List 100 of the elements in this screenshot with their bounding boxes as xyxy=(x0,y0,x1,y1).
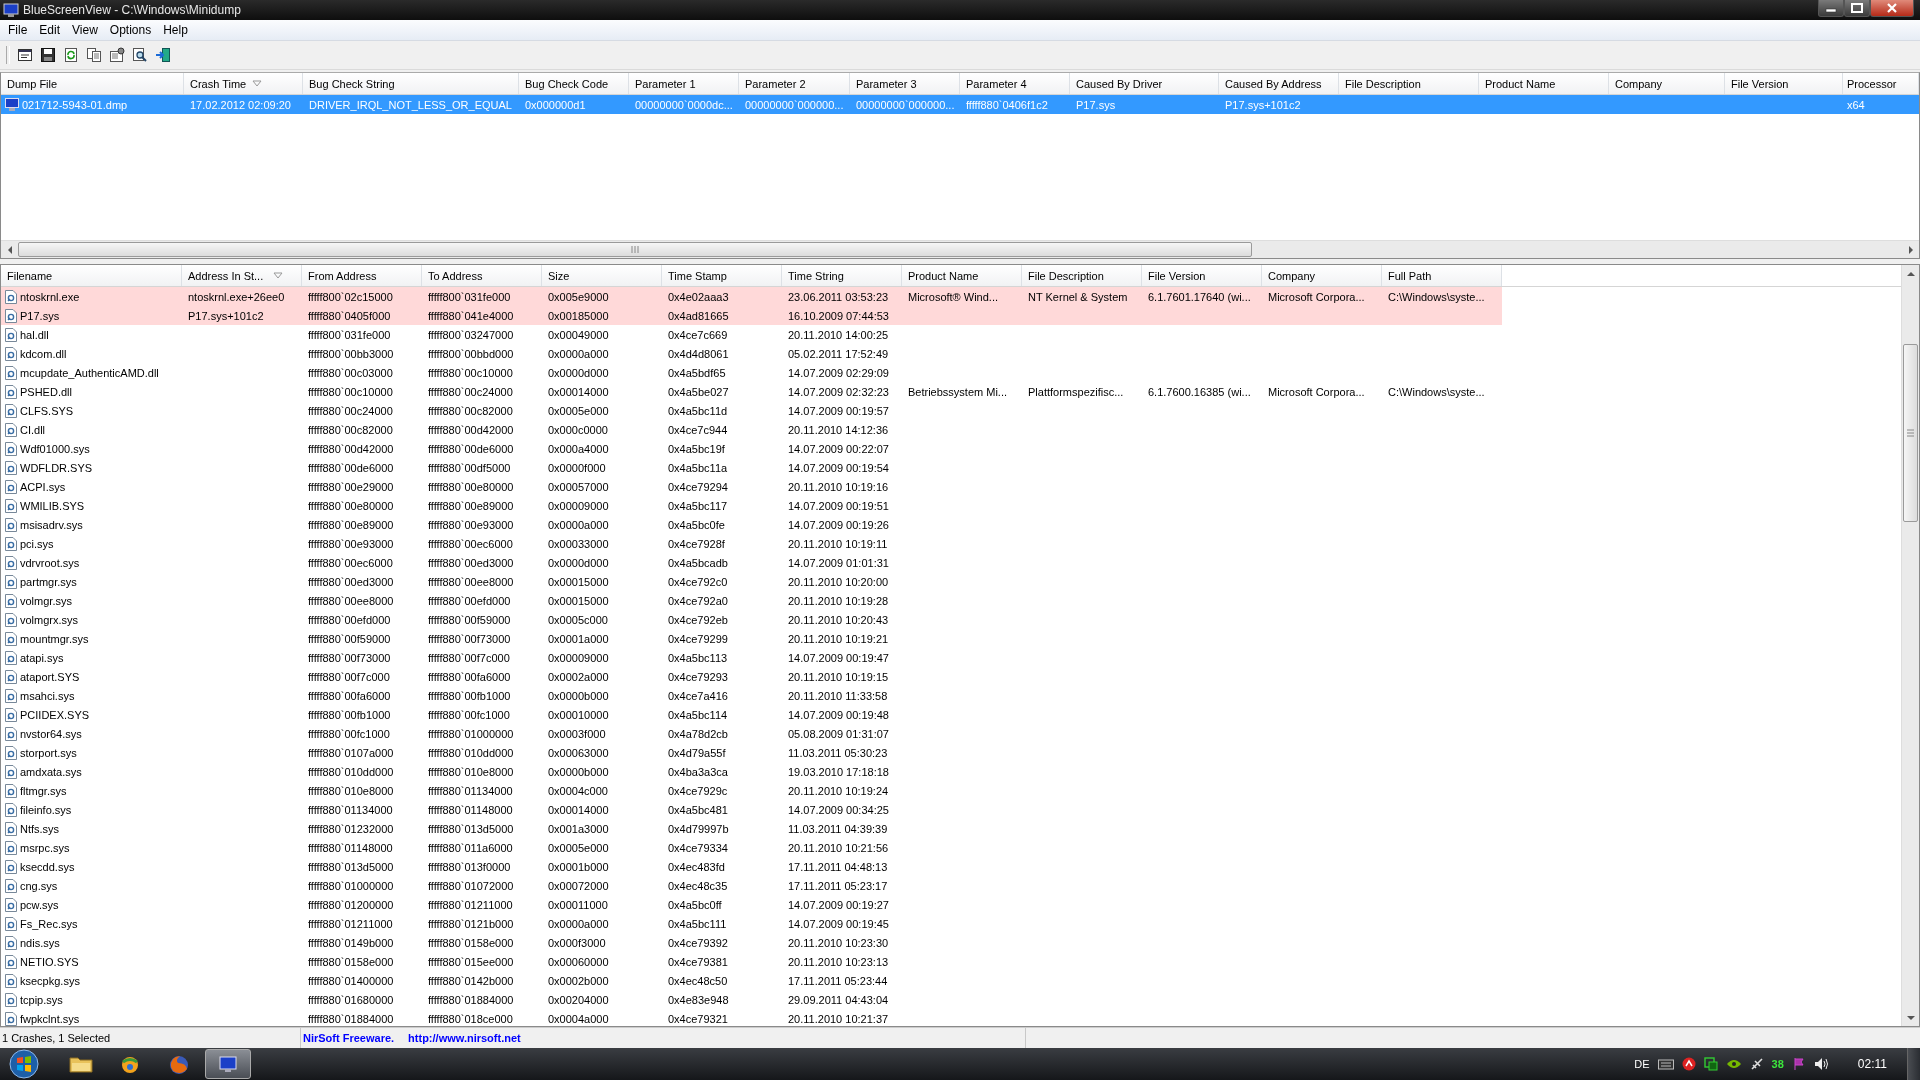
table-cell: fffff880`01211000 xyxy=(308,917,393,930)
exit-icon xyxy=(155,47,171,63)
column-header[interactable]: Bug Check Code xyxy=(519,73,629,94)
flag-icon[interactable] xyxy=(1791,1057,1806,1071)
table-cell: fffff880`0121b000 xyxy=(428,917,514,930)
scrollbar-thumb[interactable] xyxy=(18,242,1252,257)
horizontal-scrollbar[interactable] xyxy=(1,240,1919,258)
table-cell: Microsoft Corpora... xyxy=(1268,290,1365,303)
table-cell: 14.07.2009 00:19:26 xyxy=(788,518,889,531)
file-icon xyxy=(5,441,17,456)
table-cell: 0x4a5bc19f xyxy=(668,442,725,455)
toolbar-button[interactable] xyxy=(107,45,127,65)
module-row[interactable]: P17.sys P17.sys+101c2 fffff880`0405f000 fffff880`041e4000 0x00185000 0x4ad81665 16.10.2009 07:44:53 xyxy=(1,306,1502,325)
table-cell: vdrvroot.sys xyxy=(20,556,80,569)
menu-item[interactable]: Edit xyxy=(33,21,67,39)
table-cell: 0x0005e000 xyxy=(548,404,609,417)
close-button[interactable] xyxy=(1870,0,1914,17)
column-header[interactable]: From Address xyxy=(302,265,422,286)
maximize-button[interactable] xyxy=(1844,0,1870,17)
window-icon xyxy=(17,47,33,63)
credit-text: NirSoft Freeware. xyxy=(303,1032,395,1044)
column-header[interactable]: File Version xyxy=(1142,265,1262,286)
table-cell: 0x000a4000 xyxy=(548,442,609,455)
module-row[interactable] xyxy=(1,287,1502,306)
column-header[interactable]: Filename xyxy=(1,265,182,286)
volume-icon[interactable] xyxy=(1813,1057,1830,1071)
column-header[interactable]: Bug Check String xyxy=(303,73,519,94)
refresh-icon xyxy=(63,47,79,63)
table-cell: 14.07.2009 00:19:51 xyxy=(788,499,889,512)
table-cell: fffff880`00f7c000 xyxy=(428,651,510,664)
table-cell: fffff880`013d5000 xyxy=(308,860,394,873)
menu-item[interactable]: Help xyxy=(157,21,194,39)
table-cell: 0x4a5bc0ff xyxy=(668,898,722,911)
column-header[interactable]: Product Name xyxy=(1479,73,1609,94)
toolbar-button[interactable] xyxy=(38,45,58,65)
column-header[interactable]: Parameter 2 xyxy=(739,73,850,94)
temperature-reading[interactable]: 38 xyxy=(1771,1058,1784,1070)
table-cell: 17.02.2012 02:09:20 xyxy=(190,98,291,111)
clock[interactable]: 02:11 xyxy=(1857,1057,1887,1071)
table-cell: msrpc.sys xyxy=(20,841,70,854)
table-cell: fffff880`00ee8000 xyxy=(308,594,394,607)
menu-item[interactable]: View xyxy=(66,21,104,39)
show-desktop-button[interactable] xyxy=(1907,1048,1920,1080)
vertical-scrollbar[interactable] xyxy=(1901,265,1919,1026)
table-cell: fffff880`01134000 xyxy=(308,803,393,816)
column-header[interactable]: Time Stamp xyxy=(662,265,782,286)
column-header[interactable]: File Description xyxy=(1339,73,1479,94)
window-title: BlueScreenView - C:\Windows\Minidump xyxy=(23,3,241,17)
column-header[interactable]: Full Path xyxy=(1382,265,1502,286)
toolbar-button[interactable] xyxy=(84,45,104,65)
column-header[interactable]: Company xyxy=(1262,265,1382,286)
column-header[interactable]: Address In St... xyxy=(182,265,302,286)
table-cell: fffff880`01680000 xyxy=(308,993,394,1006)
column-header[interactable]: Processor xyxy=(1843,73,1919,94)
table-cell: 0x4a5bc114 xyxy=(668,708,728,721)
table-cell: fffff880`00efd000 xyxy=(428,594,511,607)
table-cell: 0x4ce7928f xyxy=(668,537,725,550)
column-header[interactable]: Parameter 3 xyxy=(850,73,960,94)
network-icon[interactable] xyxy=(1703,1057,1718,1071)
column-header[interactable]: Product Name xyxy=(902,265,1022,286)
table-cell: 0x4ce7c944 xyxy=(668,423,728,436)
column-header[interactable]: File Version xyxy=(1725,73,1843,94)
file-icon xyxy=(5,631,17,646)
table-cell: 0x00057000 xyxy=(548,480,609,493)
table-cell: fffff880`00e80000 xyxy=(428,480,514,493)
table-cell: fffff880`01134000 xyxy=(428,784,513,797)
toolbar-button[interactable] xyxy=(153,45,173,65)
column-header[interactable]: Dump File xyxy=(1,73,184,94)
table-cell: P17.sys xyxy=(20,309,60,322)
column-header[interactable]: Parameter 1 xyxy=(629,73,739,94)
table-cell: fffff880`00efd000 xyxy=(308,613,391,626)
table-cell: fffff880`01000000 xyxy=(308,879,394,892)
minimize-button[interactable] xyxy=(1818,0,1844,17)
column-header[interactable]: To Address xyxy=(422,265,542,286)
table-cell: 20.11.2010 10:19:15 xyxy=(788,670,889,683)
table-cell: 0x001a3000 xyxy=(548,822,609,835)
language-indicator[interactable]: DE xyxy=(1634,1058,1650,1070)
column-header[interactable]: Company xyxy=(1609,73,1725,94)
graphics-card-icon[interactable] xyxy=(1725,1058,1742,1070)
menu-item[interactable]: Options xyxy=(103,21,158,39)
table-cell: 0x4ec483fd xyxy=(668,860,725,873)
table-cell: 0x4ce79334 xyxy=(668,841,728,854)
website-link[interactable]: http://www.nirsoft.net xyxy=(408,1032,521,1044)
column-header[interactable]: Size xyxy=(542,265,662,286)
column-header[interactable]: Caused By Driver xyxy=(1070,73,1219,94)
table-cell: 17.11.2011 05:23:44 xyxy=(788,974,888,987)
column-header[interactable]: Caused By Address xyxy=(1219,73,1339,94)
column-header[interactable]: Crash Time xyxy=(184,73,303,94)
menu-item[interactable]: File xyxy=(2,21,34,39)
column-header[interactable]: File Description xyxy=(1022,265,1142,286)
keyboard-icon[interactable] xyxy=(1657,1058,1674,1070)
scrollbar-thumb[interactable] xyxy=(1903,344,1918,522)
table-cell: 0x4d79997b xyxy=(668,822,729,835)
table-cell: fffff880`010e8000 xyxy=(428,765,514,778)
table-cell: 0x00072000 xyxy=(548,879,609,892)
column-header[interactable]: Time String xyxy=(782,265,902,286)
column-header[interactable]: Parameter 4 xyxy=(960,73,1070,94)
table-cell: 0x4a5bc117 xyxy=(668,499,728,512)
table-cell: 20.11.2010 14:12:36 xyxy=(788,423,889,436)
table-cell: 0x0002a000 xyxy=(548,670,609,683)
